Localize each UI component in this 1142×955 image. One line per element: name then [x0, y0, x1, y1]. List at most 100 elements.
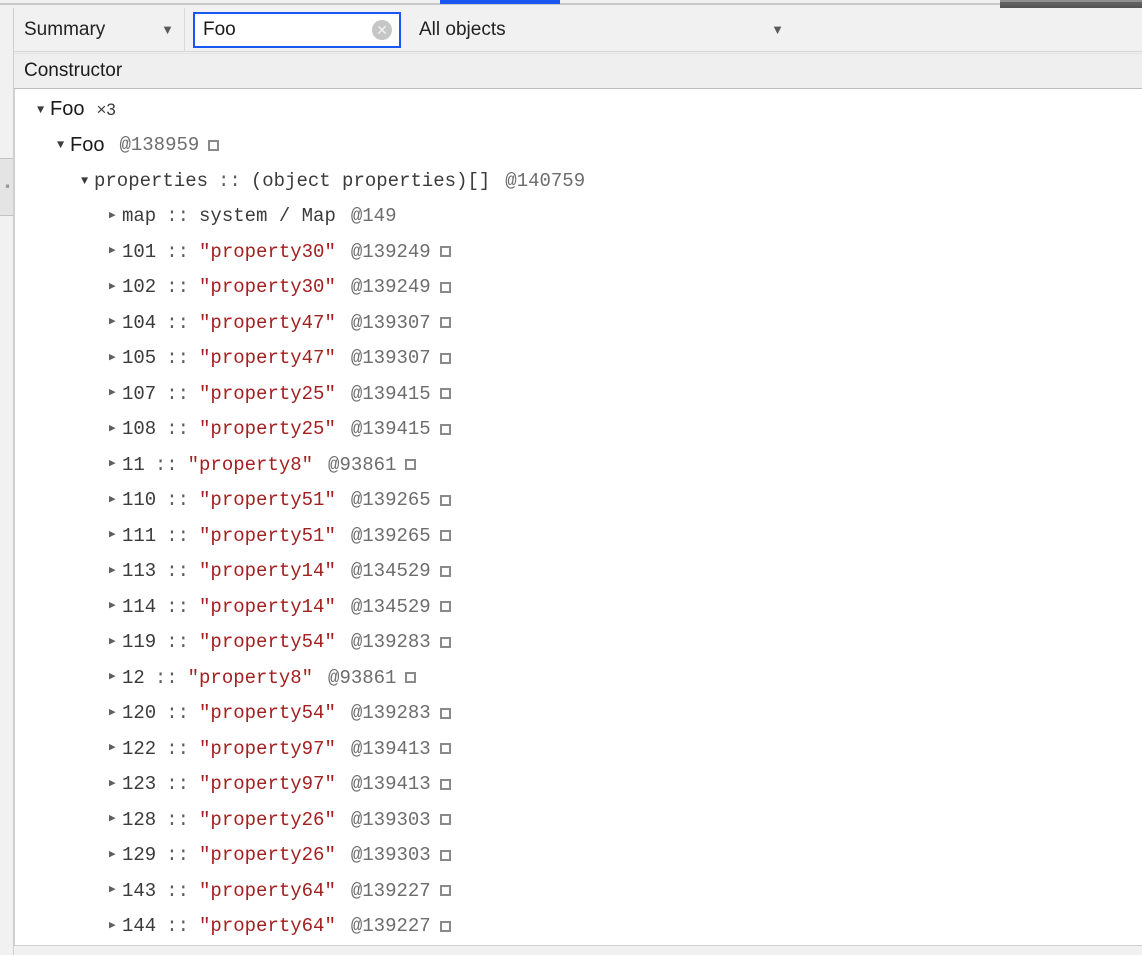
active-tab-indicator: [440, 0, 560, 4]
tree-row[interactable]: ▶144::"property64"@139227: [15, 909, 1142, 945]
toolbar-divider: [184, 8, 185, 52]
tree-row[interactable]: ▶110::"property51"@139265: [15, 483, 1142, 519]
tree-row[interactable]: ▶123::"property97"@139413: [15, 767, 1142, 803]
object-badge-icon[interactable]: [405, 672, 416, 683]
triangle-right-icon[interactable]: ▶: [109, 637, 122, 648]
object-badge-icon[interactable]: [440, 566, 451, 577]
tree-row[interactable]: ▶108::"property25"@139415: [15, 412, 1142, 448]
triangle-right-icon[interactable]: ▶: [109, 743, 122, 754]
object-badge-icon[interactable]: [440, 601, 451, 612]
tree-row-separator: ::: [164, 347, 191, 369]
triangle-right-icon[interactable]: ▶: [109, 566, 122, 577]
object-badge-icon[interactable]: [440, 388, 451, 399]
column-header: Constructor: [14, 53, 1142, 89]
scope-select[interactable]: All objects ▼: [409, 8, 794, 52]
tree-row-key: properties: [94, 170, 208, 192]
object-badge-icon[interactable]: [440, 282, 451, 293]
class-filter-field[interactable]: ✕: [193, 12, 401, 48]
triangle-right-icon[interactable]: ▶: [109, 850, 122, 861]
triangle-right-icon[interactable]: ▶: [109, 495, 122, 506]
object-badge-icon[interactable]: [440, 317, 451, 328]
tree-row[interactable]: ▶101::"property30"@139249: [15, 234, 1142, 270]
rail-drag-handle[interactable]: ≡: [0, 158, 13, 216]
object-badge-icon[interactable]: [440, 424, 451, 435]
triangle-down-icon[interactable]: ▼: [81, 175, 94, 187]
triangle-right-icon[interactable]: ▶: [109, 246, 122, 257]
tree-row[interactable]: ▶map::system / Map@149: [15, 199, 1142, 235]
tree-row[interactable]: ▶11::"property8"@93861: [15, 447, 1142, 483]
triangle-right-icon[interactable]: ▶: [109, 282, 122, 293]
object-badge-icon[interactable]: [208, 140, 219, 151]
object-badge-icon[interactable]: [440, 814, 451, 825]
tree-row[interactable]: ▶107::"property25"@139415: [15, 376, 1142, 412]
tree-row-key: 105: [122, 347, 156, 369]
tree-row-string-value: "property54": [199, 631, 336, 653]
tree-row[interactable]: ▶102::"property30"@139249: [15, 270, 1142, 306]
object-badge-icon[interactable]: [440, 530, 451, 541]
tree-row-address: @149: [351, 205, 397, 227]
tree-row[interactable]: ▶12::"property8"@93861: [15, 660, 1142, 696]
triangle-right-icon[interactable]: ▶: [109, 921, 122, 932]
tree-row[interactable]: ▶120::"property54"@139283: [15, 696, 1142, 732]
tree-row-address: @139227: [351, 915, 431, 937]
tree-row-string-value: "property64": [199, 915, 336, 937]
tree-row-key: map: [122, 205, 156, 227]
object-badge-icon[interactable]: [440, 637, 451, 648]
tree-row-type: (object properties)[]: [251, 170, 490, 192]
tree-row-address: @139249: [351, 241, 431, 263]
triangle-right-icon[interactable]: ▶: [109, 424, 122, 435]
triangle-right-icon[interactable]: ▶: [109, 459, 122, 470]
tree-row[interactable]: ▶104::"property47"@139307: [15, 305, 1142, 341]
tree-row[interactable]: ▶122::"property97"@139413: [15, 731, 1142, 767]
object-badge-icon[interactable]: [405, 459, 416, 470]
triangle-right-icon[interactable]: ▶: [109, 708, 122, 719]
tree-row[interactable]: ▶119::"property54"@139283: [15, 625, 1142, 661]
tree-row-separator: ::: [164, 276, 191, 298]
tree-row[interactable]: ▶113::"property14"@134529: [15, 554, 1142, 590]
tree-row-string-value: "property64": [199, 880, 336, 902]
tree-row[interactable]: ▶143::"property64"@139227: [15, 873, 1142, 909]
object-badge-icon[interactable]: [440, 779, 451, 790]
object-tree[interactable]: ▼Foo×3▼Foo@138959▼properties::(object pr…: [14, 89, 1142, 945]
tree-row[interactable]: ▶114::"property14"@134529: [15, 589, 1142, 625]
tree-row[interactable]: ▼properties::(object properties)[]@14075…: [15, 163, 1142, 199]
tree-row-key: 143: [122, 880, 156, 902]
triangle-right-icon[interactable]: ▶: [109, 530, 122, 541]
triangle-right-icon[interactable]: ▶: [109, 353, 122, 364]
object-badge-icon[interactable]: [440, 850, 451, 861]
object-badge-icon[interactable]: [440, 921, 451, 932]
tree-row-separator: ::: [164, 773, 191, 795]
column-header-constructor[interactable]: Constructor: [14, 60, 122, 82]
triangle-right-icon[interactable]: ▶: [109, 211, 122, 222]
triangle-right-icon[interactable]: ▶: [109, 779, 122, 790]
left-rail: ≡: [0, 8, 14, 955]
tree-row[interactable]: ▼Foo@138959: [15, 128, 1142, 164]
object-badge-icon[interactable]: [440, 495, 451, 506]
triangle-right-icon[interactable]: ▶: [109, 672, 122, 683]
triangle-down-icon[interactable]: ▼: [57, 139, 70, 151]
tree-row-address: @139249: [351, 276, 431, 298]
object-badge-icon[interactable]: [440, 708, 451, 719]
tree-row[interactable]: ▼Foo×3: [15, 92, 1142, 128]
object-badge-icon[interactable]: [440, 885, 451, 896]
triangle-right-icon[interactable]: ▶: [109, 814, 122, 825]
tree-row-address: @139265: [351, 489, 431, 511]
tree-row[interactable]: ▶129::"property26"@139303: [15, 838, 1142, 874]
tree-row[interactable]: ▶111::"property51"@139265: [15, 518, 1142, 554]
search-input[interactable]: [195, 14, 399, 46]
view-mode-select[interactable]: Summary ▼: [14, 8, 184, 52]
triangle-right-icon[interactable]: ▶: [109, 317, 122, 328]
triangle-down-icon[interactable]: ▼: [37, 104, 50, 116]
tree-row-string-value: "property47": [199, 347, 336, 369]
clear-icon[interactable]: ✕: [372, 20, 392, 40]
triangle-right-icon[interactable]: ▶: [109, 601, 122, 612]
tree-row-string-value: "property8": [188, 667, 313, 689]
object-badge-icon[interactable]: [440, 353, 451, 364]
tree-row-string-value: "property97": [199, 773, 336, 795]
triangle-right-icon[interactable]: ▶: [109, 388, 122, 399]
tree-row[interactable]: ▶128::"property26"@139303: [15, 802, 1142, 838]
object-badge-icon[interactable]: [440, 743, 451, 754]
tree-row[interactable]: ▶105::"property47"@139307: [15, 341, 1142, 377]
triangle-right-icon[interactable]: ▶: [109, 885, 122, 896]
object-badge-icon[interactable]: [440, 246, 451, 257]
